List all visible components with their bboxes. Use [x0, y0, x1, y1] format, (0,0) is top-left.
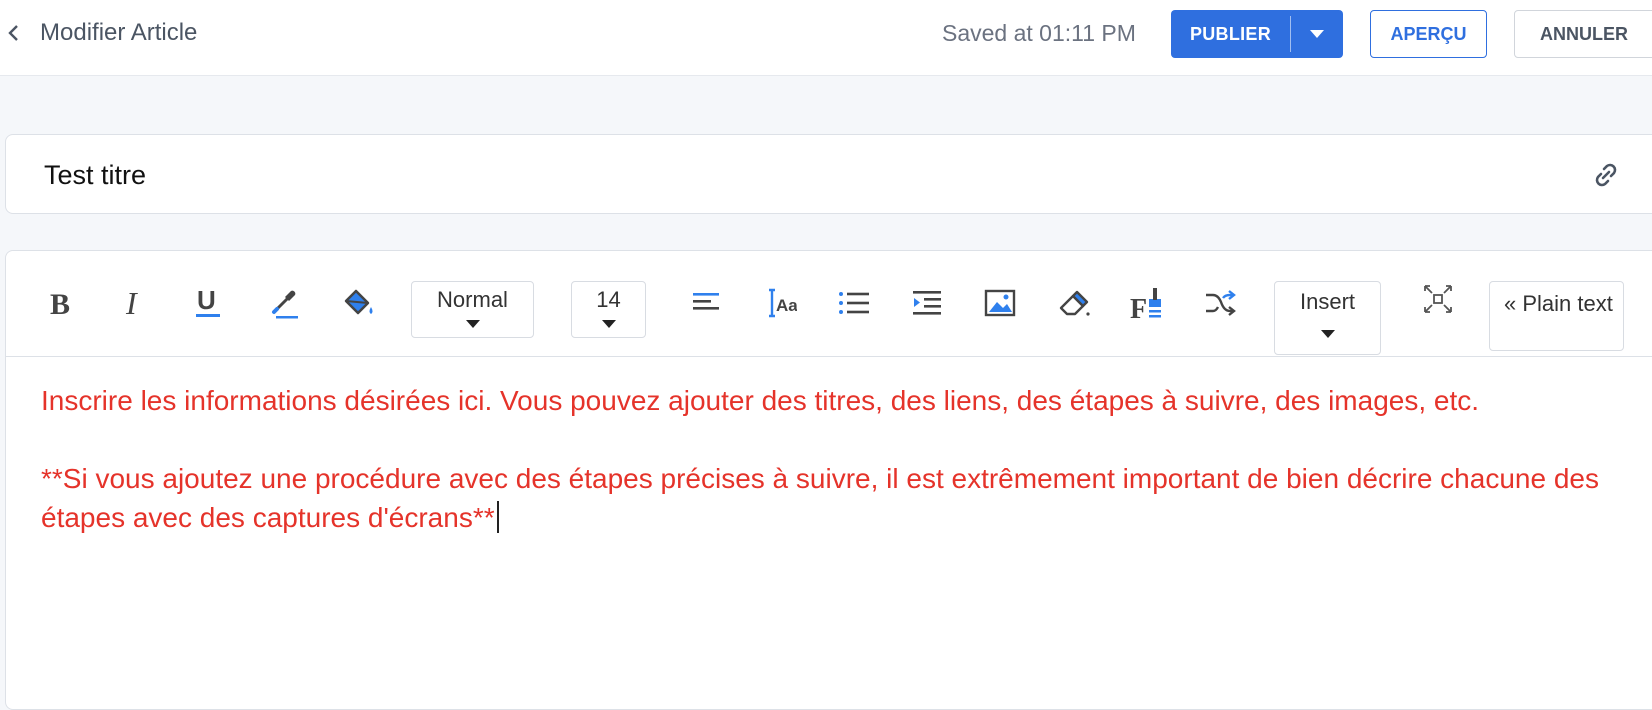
bold-icon: B: [50, 289, 70, 317]
shuffle-button[interactable]: [1198, 283, 1242, 323]
fullscreen-button[interactable]: [1416, 279, 1460, 319]
line-height-icon: Aa: [769, 288, 797, 318]
shuffle-icon: [1206, 290, 1236, 316]
top-bar: Modifier Article Saved at 01:11 PM PUBLI…: [0, 0, 1652, 76]
line-height-button[interactable]: Aa: [759, 283, 803, 323]
eraser-icon: [1059, 290, 1090, 316]
background-color-button[interactable]: [336, 283, 380, 323]
article-title-card: [5, 134, 1652, 214]
caret-down-icon: [601, 320, 616, 328]
editor-content[interactable]: Inscrire les informations désirées ici. …: [41, 381, 1641, 537]
svg-text:U: U: [197, 287, 216, 315]
saved-status: Saved at 01:11 PM: [942, 20, 1136, 46]
clear-formatting-button[interactable]: [1052, 283, 1096, 323]
underline-button[interactable]: U: [186, 283, 230, 323]
underline-icon: U: [196, 287, 220, 317]
bulleted-list-icon: [839, 292, 869, 314]
image-icon: [984, 289, 1016, 317]
font-size-select[interactable]: 14: [571, 281, 646, 338]
editor-toolbar: B I U Normal 14 Aa F Insert « Plain text: [6, 251, 1652, 357]
text-cursor: [496, 501, 499, 533]
page-title: Modifier Article: [40, 19, 198, 46]
empty-line: [41, 420, 1641, 459]
link-icon[interactable]: [1589, 158, 1623, 192]
paragraph-style-select[interactable]: Normal: [411, 281, 534, 338]
publish-button[interactable]: PUBLIER: [1171, 10, 1290, 58]
italic-button[interactable]: I: [111, 283, 155, 323]
align-left-icon: [693, 293, 719, 310]
align-button[interactable]: [685, 283, 729, 323]
format-painter-button[interactable]: F: [1125, 283, 1169, 323]
caret-down-icon: [1310, 30, 1324, 38]
svg-text:B: B: [50, 289, 70, 317]
back-chevron-icon[interactable]: [4, 22, 24, 44]
svg-text:Aa: Aa: [776, 296, 797, 315]
insert-dropdown-label: Insert: [1299, 289, 1356, 314]
eyedropper-icon: [272, 290, 298, 319]
insert-image-button[interactable]: [978, 283, 1022, 323]
editor-card: B I U Normal 14 Aa F Insert « Plain text…: [5, 250, 1652, 710]
plain-text-toggle[interactable]: « Plain text: [1489, 281, 1624, 351]
indent-icon: [913, 291, 941, 315]
format-painter-icon: F: [1130, 288, 1161, 321]
svg-text:I: I: [125, 289, 138, 317]
insert-dropdown[interactable]: Insert: [1274, 281, 1381, 355]
paragraph-style-value: Normal: [437, 287, 508, 312]
bold-button[interactable]: B: [39, 283, 83, 323]
content-paragraph-text: **Si vous ajoutez une procédure avec des…: [41, 463, 1599, 533]
indent-button[interactable]: [905, 283, 949, 323]
font-size-value: 14: [596, 287, 621, 312]
content-paragraph: Inscrire les informations désirées ici. …: [41, 385, 1480, 416]
text-color-button[interactable]: [263, 283, 307, 323]
publish-dropdown-toggle[interactable]: [1291, 10, 1343, 58]
bulleted-list-button[interactable]: [832, 283, 876, 323]
caret-down-icon: [1320, 330, 1335, 338]
content-paragraph: **Si vous ajoutez une procédure avec des…: [41, 459, 1641, 537]
fullscreen-icon: [1424, 285, 1452, 313]
publish-split-button[interactable]: PUBLIER: [1171, 10, 1343, 58]
paint-bucket-icon: [344, 289, 373, 315]
cancel-button[interactable]: ANNULER: [1514, 10, 1652, 58]
caret-down-icon: [465, 320, 480, 328]
article-title-input[interactable]: [44, 157, 1444, 193]
svg-text:F: F: [1130, 294, 1147, 321]
preview-button[interactable]: APERÇU: [1370, 10, 1487, 58]
italic-icon: I: [125, 289, 138, 317]
